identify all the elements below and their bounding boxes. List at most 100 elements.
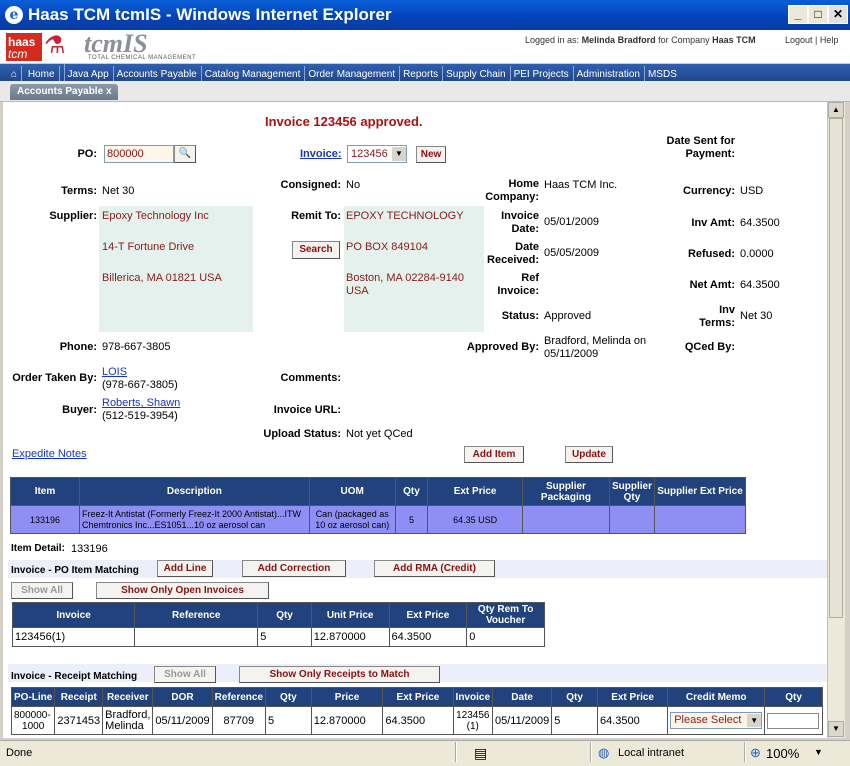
nav-home[interactable]: ⌂ Home: [0, 64, 65, 81]
home-company-value: Haas TCM Inc.: [544, 179, 618, 191]
login-info: Logged in as: Melinda Bradford for Compa…: [525, 35, 756, 45]
status-bar: Done ▤ ◍ Local intranet ⊕ 100% ▼: [0, 740, 850, 766]
approved-by-label: Approved By:: [466, 341, 539, 353]
nav-reports[interactable]: Reports: [400, 66, 444, 81]
nav-accounts-payable[interactable]: Accounts Payable: [114, 66, 202, 81]
globe-icon: ◍: [598, 745, 610, 760]
table-row[interactable]: 123456(1) 5 12.870000 64.3500 0: [11, 627, 545, 647]
order-taken-phone: (978-667-3805): [102, 379, 178, 391]
col-ext-price: Ext Price: [388, 602, 468, 628]
consigned-label: Consigned:: [280, 179, 342, 191]
brand-subtitle: TOTAL CHEMICAL MANAGEMENT: [88, 55, 197, 61]
chevron-down-icon: ▼: [747, 714, 762, 727]
chevron-down-icon: ▼: [392, 147, 406, 161]
supplier-street: 14-T Fortune Drive: [102, 241, 195, 253]
col-unit-price: Unit Price: [310, 602, 390, 628]
status-divider: [455, 742, 457, 762]
flask-icon: ⚗: [44, 32, 66, 59]
status-text: Done: [6, 747, 33, 759]
tab-accounts-payable[interactable]: Accounts Payable x: [10, 84, 118, 100]
po-show-all-button[interactable]: Show All: [11, 582, 73, 599]
table-row[interactable]: 800000- 1000 2371453 Bradford, Melinda 05/…: [10, 706, 823, 735]
currency-label: Currency:: [683, 185, 735, 197]
status-divider: [590, 742, 592, 762]
nav-order-management[interactable]: Order Management: [305, 66, 401, 81]
title-bar: e Haas TCM tcmIS - Windows Internet Expl…: [0, 0, 850, 30]
col-invoice: Invoice: [11, 602, 136, 628]
zoom-level[interactable]: 100%: [766, 746, 799, 761]
credit-memo-select[interactable]: Please Select ▼: [670, 712, 763, 729]
maximize-button[interactable]: □: [808, 5, 828, 24]
date-received-value: 05/05/2009: [544, 247, 600, 259]
scroll-up-icon[interactable]: ▲: [828, 102, 844, 118]
item-detail-value: 133196: [71, 543, 108, 555]
remit-name: EPOXY TECHNOLOGY: [346, 210, 464, 222]
help-link[interactable]: Help: [820, 35, 839, 45]
order-taken-link[interactable]: LOIS: [102, 366, 127, 378]
nav-administration[interactable]: Administration: [574, 66, 645, 81]
zone-text: Local intranet: [618, 747, 685, 759]
col-supplier-packaging: Supplier Packaging: [521, 477, 610, 506]
invoice-select[interactable]: 123456 ▼: [347, 145, 407, 163]
date-sent-label: Date Sent for Payment:: [666, 135, 735, 160]
po-input[interactable]: [104, 145, 174, 163]
show-receipts-button[interactable]: Show Only Receipts to Match: [239, 666, 440, 683]
invoice-link[interactable]: Invoice:: [300, 148, 342, 160]
inv-amt-value: 64.3500: [740, 217, 780, 229]
col-supplier-qty: Supplier Qty: [608, 477, 655, 506]
status-label: Status:: [501, 310, 539, 322]
nav-java-app[interactable]: Java App: [65, 66, 114, 81]
add-item-button[interactable]: Add Item: [464, 446, 524, 463]
scroll-thumb[interactable]: [829, 118, 843, 618]
inv-terms-value: Net 30: [740, 310, 773, 322]
col-reference: Reference: [134, 602, 259, 628]
col-qty-rem: Qty Rem To Voucher: [466, 602, 545, 628]
scroll-down-icon[interactable]: ▼: [828, 721, 844, 737]
tab-strip: [0, 81, 850, 102]
remit-street: PO BOX 849104: [346, 241, 428, 253]
tab-close-icon[interactable]: x: [106, 86, 112, 97]
col-qty: Qty: [394, 477, 429, 506]
logout-link[interactable]: Logout: [785, 35, 813, 45]
receipt-show-all-button[interactable]: Show All: [154, 666, 216, 683]
col-item: Item: [10, 477, 80, 506]
add-correction-button[interactable]: Add Correction: [242, 560, 346, 577]
phone-value: 978-667-3805: [102, 341, 171, 353]
add-rma-button[interactable]: Add RMA (Credit): [374, 560, 495, 577]
haas-logo: haas tcm: [6, 33, 42, 61]
close-button[interactable]: ✕: [828, 5, 848, 24]
col-supplier-ext-price: Supplier Ext Price: [653, 477, 747, 506]
nav-msds[interactable]: MSDS: [645, 66, 681, 81]
receipt-qty-input[interactable]: [767, 712, 820, 729]
update-button[interactable]: Update: [565, 446, 613, 463]
new-invoice-button[interactable]: New: [416, 146, 446, 163]
nav-pei-projects[interactable]: PEI Projects: [511, 66, 574, 81]
status-value: Approved: [544, 310, 592, 322]
zoom-chevron-icon[interactable]: ▼: [814, 747, 823, 757]
ref-invoice-label: Ref Invoice:: [497, 272, 539, 297]
remit-search-button[interactable]: Search: [292, 241, 340, 259]
items-table: Item Description UOM Qty Ext Price Suppl…: [10, 477, 747, 534]
consigned-value: No: [346, 179, 361, 191]
phone-label: Phone:: [59, 341, 97, 353]
search-icon: 🔍: [178, 148, 192, 159]
item-detail-label: Item Detail:: [11, 543, 65, 554]
supplier-label: Supplier:: [49, 210, 97, 222]
po-search-button[interactable]: 🔍: [174, 145, 196, 163]
buyer-phone: (512-519-3954): [102, 410, 178, 422]
refused-value: 0.0000: [740, 248, 774, 260]
receipt-matching-table: PO-Line Receipt Receiver DOR Reference Q…: [10, 687, 823, 735]
add-line-button[interactable]: Add Line: [157, 560, 213, 577]
minimize-button[interactable]: _: [788, 5, 808, 24]
receipt-matching-title: Invoice - Receipt Matching: [11, 671, 138, 682]
approval-message: Invoice 123456 approved.: [265, 114, 423, 129]
show-open-invoices-button[interactable]: Show Only Open Invoices: [96, 582, 269, 599]
zoom-icon: ⊕: [750, 745, 761, 760]
expedite-notes-link[interactable]: Expedite Notes: [12, 448, 87, 460]
invoice-date-value: 05/01/2009: [544, 216, 600, 228]
nav-supply-chain[interactable]: Supply Chain: [443, 66, 511, 81]
nav-catalog-management[interactable]: Catalog Management: [202, 66, 306, 81]
order-taken-label: Order Taken By:: [12, 372, 97, 384]
table-row[interactable]: 133196 Freez-It Antistat (Formerly Freez…: [10, 505, 747, 534]
buyer-link[interactable]: Roberts, Shawn: [102, 397, 180, 409]
